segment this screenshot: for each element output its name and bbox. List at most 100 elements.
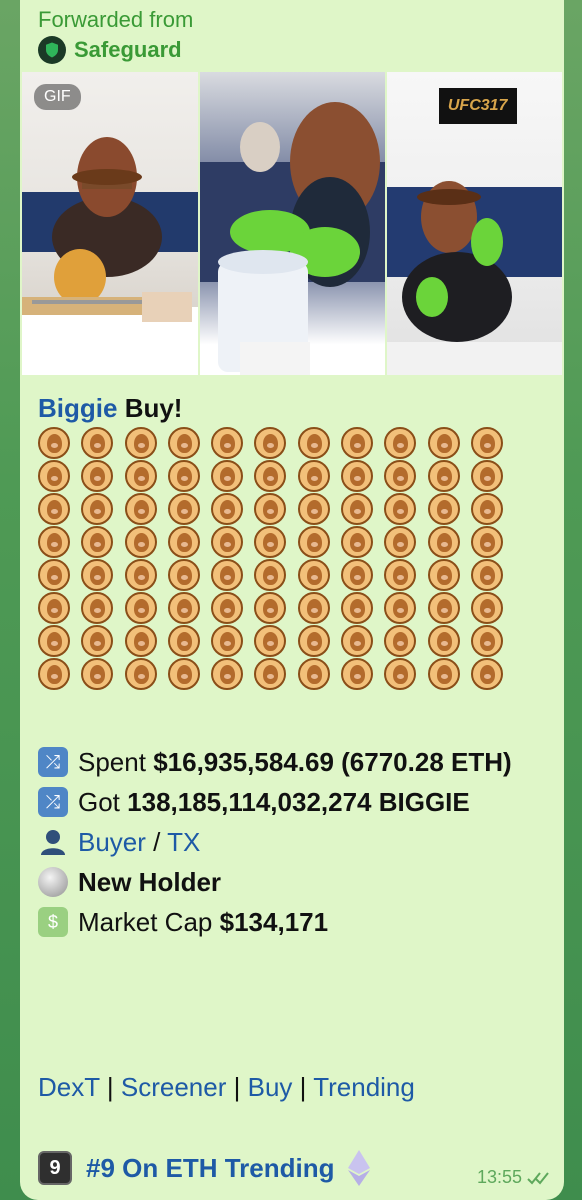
bear-coin-icon (167, 658, 200, 690)
buy-info: ⤮ Spent $16,935,584.69 (6770.28 ETH) ⤮ G… (38, 742, 558, 942)
bear-coin-icon (384, 460, 417, 492)
tx-link[interactable]: TX (167, 827, 200, 857)
shuffle-icon: ⤮ (38, 787, 68, 817)
bear-coin-icon (167, 592, 200, 624)
bear-coin-icon (254, 526, 287, 558)
bear-coin-icon (38, 460, 70, 492)
buy-title: Biggie Buy! (38, 393, 182, 424)
bear-coin-icon (297, 427, 330, 459)
bear-coin-icon (427, 526, 460, 558)
bear-coin-icon (297, 625, 330, 657)
forwarded-label: Forwarded from (38, 7, 194, 32)
screener-link[interactable]: Screener (121, 1072, 227, 1102)
bear-coin-icon (38, 493, 70, 525)
new-holder-text: New Holder (78, 867, 222, 897)
bear-coin-icon (211, 427, 244, 459)
person-icon (38, 827, 68, 857)
bear-coin-icon (167, 559, 200, 591)
bear-coin-icon (341, 592, 374, 624)
bear-coin-icon (470, 625, 503, 657)
bear-coin-icon (254, 427, 287, 459)
bear-coin-icon (38, 526, 70, 558)
bear-coin-icon (470, 460, 503, 492)
dog-chef-illustration (22, 137, 199, 375)
market-cap-label: Market Cap (78, 907, 213, 937)
link-separator: | (233, 1072, 241, 1102)
bear-coin-icon (427, 559, 460, 591)
spent-label: Spent (78, 747, 146, 777)
new-holder-row: New Holder (38, 862, 558, 902)
bear-coin-icon (427, 460, 460, 492)
bear-coin-icon (384, 493, 417, 525)
link-bar: DexT | Screener | Buy | Trending (38, 1072, 415, 1103)
shield-icon (38, 36, 66, 64)
dext-link[interactable]: DexT (38, 1072, 100, 1102)
spent-row: ⤮ Spent $16,935,584.69 (6770.28 ETH) (38, 742, 558, 782)
bear-coin-icon (211, 460, 244, 492)
buyer-link[interactable]: Buyer (78, 827, 146, 857)
bear-coin-icon (470, 559, 503, 591)
bear-coin-icon (384, 625, 417, 657)
bear-coin-icon (254, 625, 287, 657)
bear-coin-icon (38, 592, 70, 624)
bear-coin-icon (427, 427, 460, 459)
spent-value: $16,935,584.69 (6770.28 ETH) (153, 747, 512, 777)
got-row: ⤮ Got 138,185,114,032,274 BIGGIE (38, 782, 558, 822)
bear-coin-icon (81, 592, 114, 624)
token-link[interactable]: Biggie (38, 393, 117, 423)
market-cap-text: Market Cap $134,171 (78, 902, 328, 942)
got-label: Got (78, 787, 120, 817)
bear-coin-icon (124, 658, 157, 690)
bear-coin-icon (297, 559, 330, 591)
bear-coin-icon (384, 592, 417, 624)
trending-row[interactable]: 9 #9 On ETH Trending (38, 1150, 371, 1186)
bear-coin-icon (167, 625, 200, 657)
bear-coin-icon (167, 427, 200, 459)
bear-coin-icon (38, 427, 70, 459)
time-text: 13:55 (476, 1167, 522, 1187)
bear-coin-icon (167, 526, 200, 558)
dog-gloves-illustration (200, 102, 385, 375)
bear-coin-icon (81, 460, 114, 492)
bear-coin-icon (384, 427, 417, 459)
ufc-logo: UFC317 (438, 88, 517, 124)
bear-coin-icon (341, 658, 374, 690)
gif-frame-3: UFC317 (386, 72, 562, 375)
gif-frame-1: GIF (22, 72, 199, 375)
bear-coin-icon (427, 493, 460, 525)
bear-coin-icon (427, 658, 460, 690)
trending-link[interactable]: Trending (313, 1072, 415, 1102)
buyer-links: Buyer / TX (78, 822, 200, 862)
shuffle-icon: ⤮ (38, 747, 68, 777)
forwarded-source-name: Safeguard (74, 37, 182, 62)
buy-link[interactable]: Buy (248, 1072, 293, 1102)
message-bubble: Forwarded from Safeguard GIF UFC317 Bigg… (20, 0, 564, 1200)
bear-coin-icon (341, 460, 374, 492)
keycap-nine-icon: 9 (38, 1151, 72, 1185)
bear-coin-icon (81, 559, 114, 591)
bear-coin-icon (341, 526, 374, 558)
bear-coin-icon (341, 559, 374, 591)
bear-coin-icon (211, 592, 244, 624)
forwarded-source[interactable]: Safeguard (38, 34, 182, 66)
coin-icon (38, 867, 68, 897)
trending-text[interactable]: #9 On ETH Trending (86, 1153, 334, 1184)
bear-coin-icon (167, 460, 200, 492)
ethereum-icon (348, 1150, 371, 1186)
bear-coin-icon (297, 658, 330, 690)
bear-coin-icon (470, 592, 503, 624)
gif-media[interactable]: GIF UFC317 (22, 72, 562, 375)
bear-coin-icon (124, 592, 157, 624)
gif-frame-2 (200, 72, 385, 375)
bear-coin-icon (211, 559, 244, 591)
bear-coin-icon (297, 460, 330, 492)
bear-coin-icon (384, 526, 417, 558)
bear-coin-icon (38, 559, 70, 591)
market-cap-value: $134,171 (219, 907, 329, 937)
bear-coin-icon (254, 559, 287, 591)
bear-coin-icon (427, 625, 460, 657)
got-text: Got 138,185,114,032,274 BIGGIE (78, 782, 470, 822)
bear-coin-icon (38, 658, 70, 690)
bear-coin-icon (124, 493, 157, 525)
bear-coin-icon (297, 592, 330, 624)
